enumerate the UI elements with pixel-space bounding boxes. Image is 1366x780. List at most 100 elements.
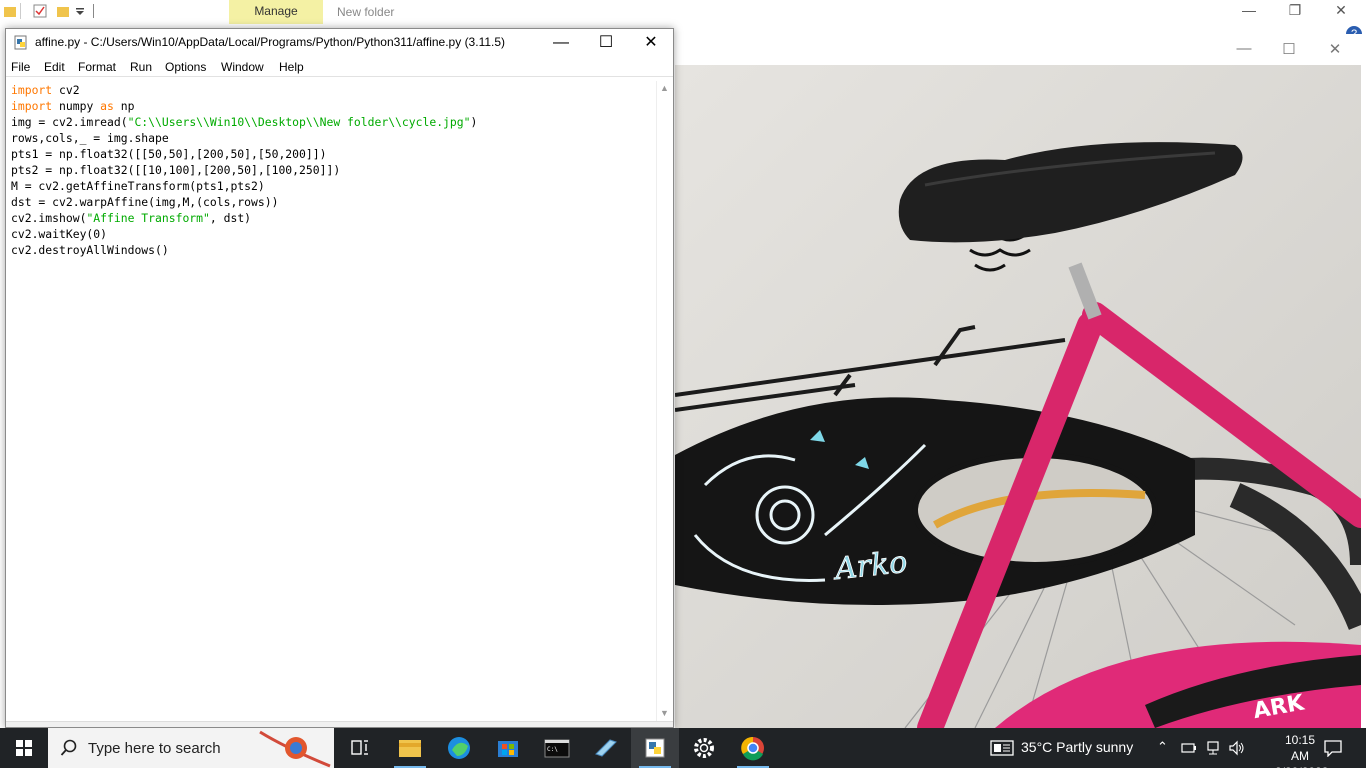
- editor-scrollbar[interactable]: ▲ ▼: [656, 81, 671, 721]
- menu-help[interactable]: Help: [279, 60, 304, 74]
- menu-run[interactable]: Run: [130, 60, 152, 74]
- idle-taskbar-button[interactable]: [631, 728, 679, 768]
- code-line[interactable]: pts1 = np.float32([[50,50],[200,50],[50,…: [11, 146, 656, 162]
- code-token: numpy: [52, 99, 101, 113]
- code-line[interactable]: img = cv2.imread("C:\\Users\\Win10\\Desk…: [11, 114, 656, 130]
- code-token: pts2 = np.float32([[10,100],[200,50],[10…: [11, 163, 341, 177]
- code-token: img = cv2.imread(: [11, 115, 128, 129]
- explorer-ribbon: Manage New folder — ❐ ✕: [0, 0, 1366, 26]
- code-token: cv2.imshow(: [11, 211, 87, 225]
- menu-options[interactable]: Options: [165, 60, 206, 74]
- clock-date: 8/30/2023: [1275, 765, 1329, 779]
- python-idle-icon: [645, 738, 665, 758]
- clock-time: 10:15 AM: [1284, 733, 1316, 763]
- code-token: ): [470, 115, 478, 129]
- task-view-icon: [351, 740, 368, 755]
- store-taskbar-button[interactable]: [484, 728, 532, 768]
- customize-toolbar-icon[interactable]: [75, 8, 85, 16]
- folder-icon[interactable]: [3, 4, 17, 18]
- taskbar-search-box[interactable]: Type here to search: [48, 728, 334, 768]
- explorer-minimize-button[interactable]: —: [1234, 2, 1264, 18]
- search-placeholder: Type here to search: [88, 740, 221, 757]
- manage-tab[interactable]: Manage: [229, 0, 323, 24]
- scroll-down-arrow-icon[interactable]: ▼: [657, 706, 672, 721]
- code-token: cv2.destroyAllWindows(): [11, 243, 169, 257]
- task-view-button[interactable]: [336, 728, 384, 768]
- explorer-restore-button[interactable]: ❐: [1280, 2, 1310, 19]
- settings-taskbar-button[interactable]: [680, 728, 728, 768]
- new-folder-icon[interactable]: [56, 4, 70, 18]
- chrome-taskbar-button[interactable]: [729, 728, 777, 768]
- windows-logo-icon: [16, 740, 32, 756]
- code-token: rows,cols,_ = img.shape: [11, 131, 169, 145]
- menu-window[interactable]: Window: [221, 60, 264, 74]
- code-line[interactable]: M = cv2.getAffineTransform(pts1,pts2): [11, 178, 656, 194]
- properties-icon[interactable]: [33, 4, 47, 18]
- scroll-up-arrow-icon[interactable]: ▲: [657, 81, 672, 96]
- idle-editor-window: affine.py - C:/Users/Win10/AppData/Local…: [5, 28, 674, 728]
- network-icon[interactable]: [1205, 740, 1221, 756]
- code-token: cv2.waitKey(0): [11, 227, 108, 241]
- taskbar: Type here to search C:\ 35°C Partly sunn…: [0, 728, 1366, 779]
- gear-icon: [694, 738, 714, 758]
- terminal-icon: C:\: [544, 739, 570, 758]
- store-icon: [498, 741, 518, 757]
- taskbar-clock[interactable]: 10:15 AM 8/30/2023: [1275, 732, 1329, 780]
- file-explorer-taskbar-button[interactable]: [386, 728, 434, 768]
- code-line[interactable]: dst = cv2.warpAffine(img,M,(cols,rows)): [11, 194, 656, 210]
- code-line[interactable]: rows,cols,_ = img.shape: [11, 130, 656, 146]
- notifications-icon[interactable]: [1323, 739, 1343, 757]
- code-line[interactable]: import cv2: [11, 82, 656, 98]
- bicycle-image: Arko ARK: [675, 65, 1361, 728]
- image-maximize-button[interactable]: ☐: [1274, 40, 1304, 58]
- code-token: , dst): [209, 211, 252, 225]
- code-line[interactable]: cv2.imshow("Affine Transform", dst): [11, 210, 656, 226]
- weather-condition: Partly sunny: [1056, 739, 1134, 755]
- code-token: cv2: [52, 83, 80, 97]
- code-line[interactable]: pts2 = np.float32([[10,100],[200,50],[10…: [11, 162, 656, 178]
- notes-icon: [595, 739, 617, 757]
- idle-maximize-button[interactable]: ☐: [583, 31, 629, 55]
- edge-taskbar-button[interactable]: [435, 728, 483, 768]
- explorer-window-title: New folder: [337, 5, 395, 19]
- code-token: pts1 = np.float32([[50,50],[200,50],[50,…: [11, 147, 327, 161]
- code-line[interactable]: cv2.destroyAllWindows(): [11, 242, 656, 258]
- code-token: import: [11, 83, 53, 97]
- bicycle-photo: Arko ARK: [675, 65, 1361, 728]
- file-explorer-icon: [399, 740, 421, 757]
- idle-statusbar: [6, 721, 673, 727]
- code-token: dst = cv2.warpAffine(img,M,(cols,rows)): [11, 195, 279, 209]
- notes-taskbar-button[interactable]: [582, 728, 630, 768]
- image-minimize-button[interactable]: —: [1229, 40, 1259, 57]
- code-editor[interactable]: import cv2 import numpy as np img = cv2.im…: [6, 78, 656, 722]
- code-token: "Affine Transform": [86, 211, 210, 225]
- weather-news-icon[interactable]: [990, 740, 1014, 756]
- battery-icon[interactable]: [1181, 742, 1197, 754]
- image-close-button[interactable]: ✕: [1320, 40, 1350, 58]
- weather-temperature: 35°C: [1021, 739, 1053, 755]
- code-line[interactable]: cv2.waitKey(0): [11, 226, 656, 242]
- code-token: import: [11, 99, 53, 113]
- python-file-icon: [14, 35, 27, 50]
- idle-close-button[interactable]: ✕: [628, 31, 674, 55]
- menu-file[interactable]: File: [11, 60, 30, 74]
- menu-edit[interactable]: Edit: [44, 60, 65, 74]
- chrome-icon: [741, 736, 764, 761]
- idle-minimize-button[interactable]: —: [538, 31, 584, 55]
- code-token: as: [100, 99, 114, 113]
- idle-menubar: File Edit Format Run Options Window Help: [6, 57, 673, 77]
- menu-format[interactable]: Format: [78, 60, 116, 74]
- code-token: M = cv2.getAffineTransform(pts1,pts2): [11, 179, 265, 193]
- explorer-close-button[interactable]: ✕: [1326, 2, 1356, 19]
- idle-titlebar: affine.py - C:/Users/Win10/AppData/Local…: [6, 29, 673, 57]
- terminal-taskbar-button[interactable]: C:\: [533, 728, 581, 768]
- edge-icon: [448, 737, 470, 759]
- volume-icon[interactable]: [1228, 740, 1246, 756]
- code-token: "C:\\Users\\Win10\\Desktop\\New folder\\…: [127, 115, 471, 129]
- show-hidden-icons-chevron-up-icon[interactable]: ⌃: [1157, 739, 1168, 755]
- search-icon: [60, 739, 77, 756]
- code-line[interactable]: import numpy as np: [11, 98, 656, 114]
- weather-widget[interactable]: 35°C Partly sunny: [1021, 739, 1133, 755]
- image-window-titlebar: — ☐ ✕: [673, 34, 1366, 65]
- start-button[interactable]: [0, 728, 48, 768]
